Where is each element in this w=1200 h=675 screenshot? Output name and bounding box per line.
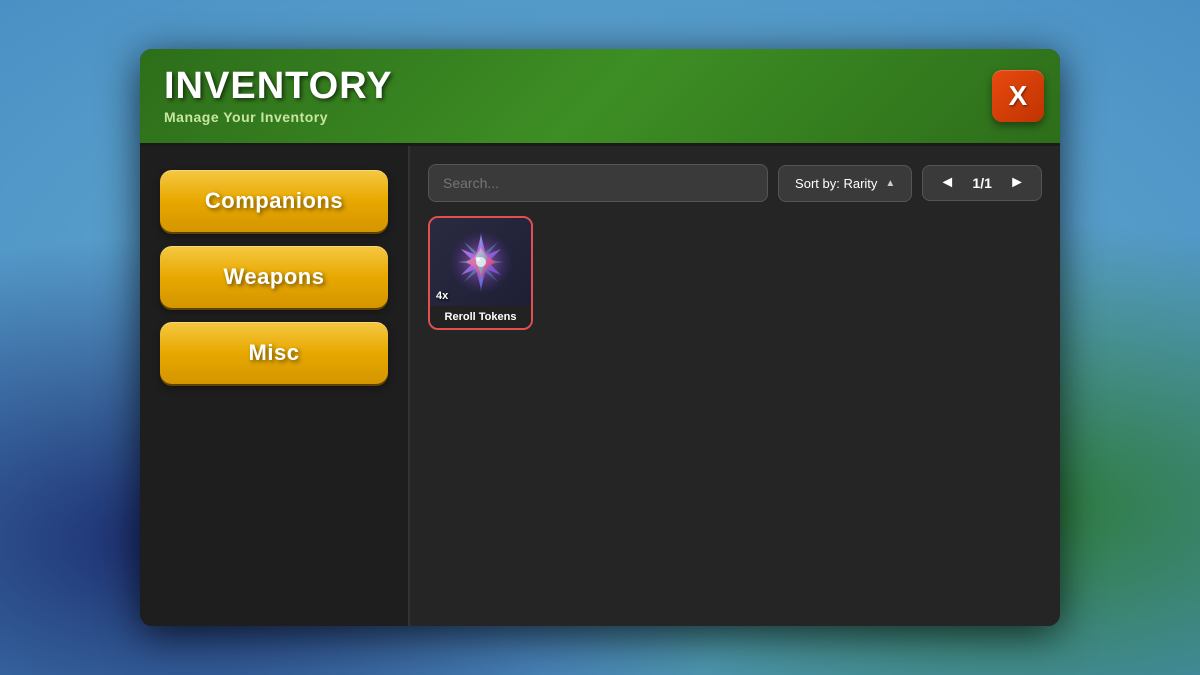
modal-title: INVENTORY [164, 67, 1000, 105]
item-image: 4x [430, 218, 531, 306]
pagination: ◄ 1/1 ► [922, 165, 1042, 201]
modal-body: Companions Weapons Misc Sort by: Rarity … [140, 146, 1060, 626]
content-area: Sort by: Rarity ▲ ◄ 1/1 ► [410, 146, 1060, 626]
toolbar: Sort by: Rarity ▲ ◄ 1/1 ► [428, 164, 1042, 202]
items-grid: 4x Reroll Tokens [428, 216, 1042, 330]
sort-button[interactable]: Sort by: Rarity ▲ [778, 165, 912, 202]
item-card-reroll-tokens[interactable]: 4x Reroll Tokens [428, 216, 533, 330]
reroll-token-icon [446, 227, 516, 297]
modal-header: INVENTORY Manage Your Inventory X [140, 49, 1060, 146]
sidebar: Companions Weapons Misc [140, 146, 410, 626]
sort-arrow: ▲ [885, 178, 895, 189]
modal-overlay: INVENTORY Manage Your Inventory X Compan… [0, 0, 1200, 675]
next-page-button[interactable]: ► [1005, 174, 1029, 192]
item-label: Reroll Tokens [430, 306, 531, 328]
sort-label: Sort by: Rarity [795, 176, 877, 191]
sidebar-item-companions[interactable]: Companions [160, 170, 388, 232]
page-info: 1/1 [967, 175, 997, 191]
item-quantity: 4x [436, 290, 448, 302]
prev-page-button[interactable]: ◄ [935, 174, 959, 192]
sidebar-item-weapons[interactable]: Weapons [160, 246, 388, 308]
sidebar-item-misc[interactable]: Misc [160, 322, 388, 384]
close-button[interactable]: X [992, 70, 1044, 122]
search-input[interactable] [428, 164, 768, 202]
modal-subtitle: Manage Your Inventory [164, 109, 1000, 125]
inventory-modal: INVENTORY Manage Your Inventory X Compan… [140, 49, 1060, 626]
